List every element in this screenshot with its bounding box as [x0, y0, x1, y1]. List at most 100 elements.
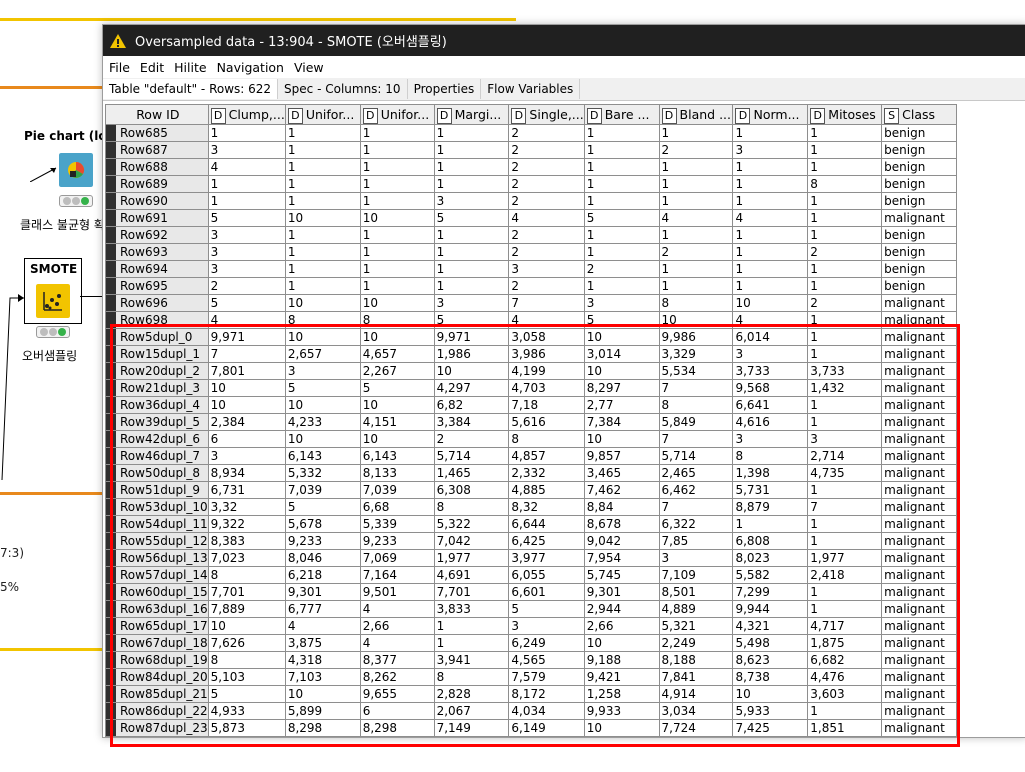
column-header[interactable]: D Clump,... [207, 104, 286, 125]
table-row[interactable]: Row691 5 10 10 5 4 5 4 4 1 malignant [105, 209, 957, 227]
table-row[interactable]: Row696 5 10 10 3 7 3 8 10 2 malignant [105, 294, 957, 312]
table-cell: 1 [658, 260, 734, 278]
table-row[interactable]: Row688 4 1 1 1 2 1 1 1 1 benign [105, 158, 957, 176]
table-cell: 8 [207, 651, 286, 669]
table-row[interactable]: Row54dupl_11 9,322 5,678 5,339 5,322 6,644 8,6… [105, 515, 957, 533]
row-marker [106, 125, 116, 141]
pie-chart-node-label: 클래스 불균형 확 [20, 218, 105, 232]
table-cell: 4,034 [508, 702, 585, 720]
table-row[interactable]: Row685 1 1 1 1 2 1 1 1 1 benign [105, 124, 957, 142]
table-row[interactable]: Row694 3 1 1 1 3 2 1 1 1 benign [105, 260, 957, 278]
table-row[interactable]: Row687 3 1 1 1 2 1 2 3 1 benign [105, 141, 957, 159]
column-header[interactable]: S Class [881, 104, 957, 125]
table-cell: 10 [284, 294, 361, 312]
table-row[interactable]: Row56dupl_13 7,023 8,046 7,069 1,977 3,977 7,9… [105, 549, 957, 567]
menu-navigation[interactable]: Navigation [217, 60, 284, 75]
table-cell: 2,828 [433, 685, 510, 703]
row-marker [106, 244, 116, 260]
table-cell: 8 [433, 498, 510, 516]
column-header[interactable]: D Unifor... [284, 104, 361, 125]
table-row[interactable]: Row87dupl_23 5,873 8,298 8,298 7,149 6,149 10 7… [105, 719, 957, 737]
menu-edit[interactable]: Edit [140, 60, 164, 75]
table-cell: 1 [433, 175, 510, 193]
table-cell: 7,164 [359, 566, 435, 584]
column-header[interactable]: D Norm... [732, 104, 809, 125]
table-row[interactable]: Row85dupl_21 5 10 9,655 2,828 8,172 1,258 4,914… [105, 685, 957, 703]
data-table-container[interactable]: Row ID D Clump,... D Unifor... D Unifor... D Mar… [105, 104, 957, 737]
table-cell: 6,322 [658, 515, 734, 533]
table-row[interactable]: Row42dupl_6 6 10 10 2 8 10 7 3 3 malignant [105, 430, 957, 448]
table-row[interactable]: Row84dupl_20 5,103 7,103 8,262 8 7,579 9,421 7,… [105, 668, 957, 686]
table-row[interactable]: Row51dupl_9 6,731 7,039 7,039 6,308 4,885 7,46… [105, 481, 957, 499]
table-row[interactable]: Row86dupl_22 4,933 5,899 6 2,067 4,034 9,933 3,… [105, 702, 957, 720]
table-cell: 1 [359, 158, 435, 176]
column-header[interactable]: D Bland ... [658, 104, 734, 125]
table-cell: 2 [508, 277, 585, 295]
column-header[interactable]: D Mitoses [807, 104, 883, 125]
column-header[interactable]: D Unifor... [359, 104, 435, 125]
table-row[interactable]: Row21dupl_3 10 5 5 4,297 4,703 8,297 7 9,568 1,43… [105, 379, 957, 397]
table-cell: 1 [284, 192, 361, 210]
row-id-cell: Row56dupl_13 [105, 549, 209, 567]
smote-node-title: SMOTE [30, 262, 78, 276]
table-cell: 1 [284, 226, 361, 244]
table-cell: benign [881, 175, 957, 193]
table-row[interactable]: Row50dupl_8 8,934 5,332 8,133 1,465 2,332 3,46… [105, 464, 957, 482]
table-cell: 1 [433, 634, 510, 652]
table-cell: 9,944 [732, 600, 809, 618]
table-row[interactable]: Row55dupl_12 8,383 9,233 9,233 7,042 6,425 9,0… [105, 532, 957, 550]
table-row[interactable]: Row68dupl_19 8 4,318 8,377 3,941 4,565 9,188 8,… [105, 651, 957, 669]
table-row[interactable]: Row36dupl_4 10 10 10 6,82 7,18 2,77 8 6,641 1 mali… [105, 396, 957, 414]
tab-spec[interactable]: Spec - Columns: 10 [278, 79, 408, 99]
table-cell: 1 [583, 243, 660, 261]
table-row[interactable]: Row53dupl_10 3,32 5 6,68 8 8,32 8,84 7 8,879 7 mal… [105, 498, 957, 516]
table-cell: 1 [359, 243, 435, 261]
table-cell: 3,986 [508, 345, 585, 363]
row-id-cell: Row57dupl_14 [105, 566, 209, 584]
table-row[interactable]: Row20dupl_2 7,801 3 2,267 10 4,199 10 5,534 3,73… [105, 362, 957, 380]
row-id-text: Row86dupl_22 [120, 704, 208, 718]
table-cell: 7,841 [658, 668, 734, 686]
row-id-cell: Row46dupl_7 [105, 447, 209, 465]
tab-properties[interactable]: Properties [408, 79, 482, 99]
table-row[interactable]: Row689 1 1 1 1 2 1 1 1 8 benign [105, 175, 957, 193]
column-header[interactable]: D Bare ... [583, 104, 660, 125]
column-header-row-id[interactable]: Row ID [105, 104, 209, 125]
table-cell: malignant [881, 209, 957, 227]
table-row[interactable]: Row67dupl_18 7,626 3,875 4 1 6,249 10 2,249 5,49… [105, 634, 957, 652]
tab-table-default[interactable]: Table "default" - Rows: 622 [103, 79, 279, 99]
row-marker [106, 210, 116, 226]
table-row[interactable]: Row57dupl_14 8 6,218 7,164 4,691 6,055 5,745 7,… [105, 566, 957, 584]
column-header[interactable]: D Margi... [433, 104, 510, 125]
table-row[interactable]: Row693 3 1 1 1 2 1 2 1 2 benign [105, 243, 957, 261]
column-header[interactable]: D Single,... [508, 104, 585, 125]
table-row[interactable]: Row690 1 1 1 3 2 1 1 1 1 benign [105, 192, 957, 210]
tab-flow-variables[interactable]: Flow Variables [481, 79, 581, 99]
table-row[interactable]: Row46dupl_7 3 6,143 6,143 5,714 4,857 9,857 5,7… [105, 447, 957, 465]
table-cell: 8,383 [207, 532, 286, 550]
table-row[interactable]: Row692 3 1 1 1 2 1 1 1 1 benign [105, 226, 957, 244]
table-row[interactable]: Row698 4 8 8 5 4 5 10 4 1 malignant [105, 311, 957, 329]
row-id-cell: Row690 [105, 192, 209, 210]
table-row[interactable]: Row63dupl_16 7,889 6,777 4 3,833 5 2,944 4,889 9… [105, 600, 957, 618]
table-row[interactable]: Row15dupl_1 7 2,657 4,657 1,986 3,986 3,014 3,3… [105, 345, 957, 363]
table-row[interactable]: Row65dupl_17 10 4 2,66 1 3 2,66 5,321 4,321 4,717… [105, 617, 957, 635]
table-cell: 6,055 [508, 566, 585, 584]
pie-chart-node-icon[interactable] [59, 153, 93, 187]
table-cell: 3 [583, 294, 660, 312]
table-cell: 7,85 [658, 532, 734, 550]
table-row[interactable]: Row39dupl_5 2,384 4,233 4,151 3,384 5,616 7,38… [105, 413, 957, 431]
smote-node-icon[interactable] [36, 284, 70, 318]
table-row[interactable]: Row5dupl_0 9,971 10 10 9,971 3,058 10 9,986 6,01… [105, 328, 957, 346]
table-cell: 1 [658, 226, 734, 244]
table-row[interactable]: Row60dupl_15 7,701 9,301 9,501 7,701 6,601 9,3… [105, 583, 957, 601]
table-row[interactable]: Row695 2 1 1 1 2 1 1 1 1 benign [105, 277, 957, 295]
menu-view[interactable]: View [294, 60, 324, 75]
table-cell: 5,339 [359, 515, 435, 533]
window-titlebar[interactable]: Oversampled data - 13:904 - SMOTE (오버샘플링… [103, 25, 1025, 56]
warning-icon [110, 33, 126, 48]
menu-file[interactable]: File [109, 60, 130, 75]
table-body: Row685 1 1 1 1 2 1 1 1 1 benign Row687 3 1 1 1 2 1 2 3 1 beni… [105, 124, 957, 737]
menu-hilite[interactable]: Hilite [174, 60, 206, 75]
row-marker [106, 380, 116, 396]
